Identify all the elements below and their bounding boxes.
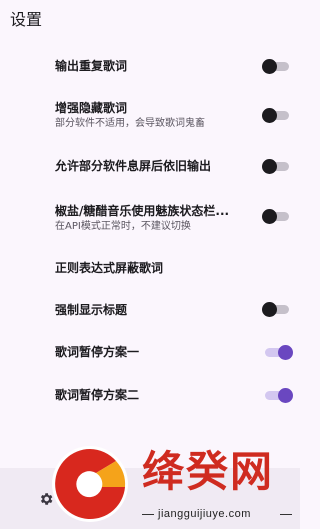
watermark-divider-right bbox=[280, 514, 292, 515]
setting-lyrics-pause-plan-2[interactable]: 歌词暂停方案二 bbox=[0, 387, 300, 405]
toggle-switch[interactable] bbox=[262, 59, 289, 74]
toggle-switch[interactable] bbox=[262, 108, 289, 123]
setting-title: 强制显示标题 bbox=[55, 303, 128, 317]
watermark: 绛癸网 jiangguijiuye.com bbox=[50, 443, 300, 529]
switch-thumb bbox=[278, 345, 293, 360]
toggle-switch[interactable] bbox=[262, 159, 289, 174]
setting-title: 椒盐/糖醋音乐使用魅族状态栏... bbox=[55, 204, 230, 218]
switch-thumb bbox=[262, 108, 277, 123]
setting-regex-block-lyrics[interactable]: 正则表达式屏蔽歌词 bbox=[0, 260, 300, 278]
switch-thumb bbox=[262, 302, 277, 317]
setting-title: 正则表达式屏蔽歌词 bbox=[55, 261, 164, 275]
setting-force-show-title[interactable]: 强制显示标题 bbox=[0, 302, 300, 320]
toggle-switch[interactable] bbox=[262, 388, 293, 403]
setting-output-repeat-lyrics[interactable]: 输出重复歌词 bbox=[0, 58, 300, 76]
setting-subtitle: 在API模式正常时，不建议切换 bbox=[55, 221, 191, 232]
setting-meizu-statusbar[interactable]: 椒盐/糖醋音乐使用魅族状态栏... 在API模式正常时，不建议切换 bbox=[0, 203, 300, 237]
switch-thumb bbox=[262, 209, 277, 224]
toggle-switch[interactable] bbox=[262, 302, 289, 317]
page-title: 设置 bbox=[10, 10, 43, 29]
setting-title: 允许部分软件息屏后依旧输出 bbox=[55, 159, 212, 173]
setting-title: 歌词暂停方案二 bbox=[55, 388, 140, 402]
setting-enhanced-hide-lyrics[interactable]: 增强隐藏歌词 部分软件不适用，会导致歌词鬼畜 bbox=[0, 100, 300, 134]
watermark-url: jiangguijiuye.com bbox=[158, 508, 251, 520]
switch-thumb bbox=[278, 388, 293, 403]
setting-lyrics-pause-plan-1[interactable]: 歌词暂停方案一 bbox=[0, 344, 300, 362]
watermark-logo bbox=[52, 446, 128, 522]
setting-subtitle: 部分软件不适用，会导致歌词鬼畜 bbox=[55, 118, 205, 129]
watermark-name: 绛癸网 bbox=[142, 447, 275, 496]
switch-thumb bbox=[262, 159, 277, 174]
toggle-switch[interactable] bbox=[262, 345, 293, 360]
setting-title: 增强隐藏歌词 bbox=[55, 101, 128, 115]
setting-title: 歌词暂停方案一 bbox=[55, 345, 140, 359]
setting-screen-off-output[interactable]: 允许部分软件息屏后依旧输出 bbox=[0, 158, 300, 176]
watermark-divider-left bbox=[142, 514, 154, 515]
toggle-switch[interactable] bbox=[262, 209, 289, 224]
setting-title: 输出重复歌词 bbox=[55, 59, 128, 73]
switch-thumb bbox=[262, 59, 277, 74]
